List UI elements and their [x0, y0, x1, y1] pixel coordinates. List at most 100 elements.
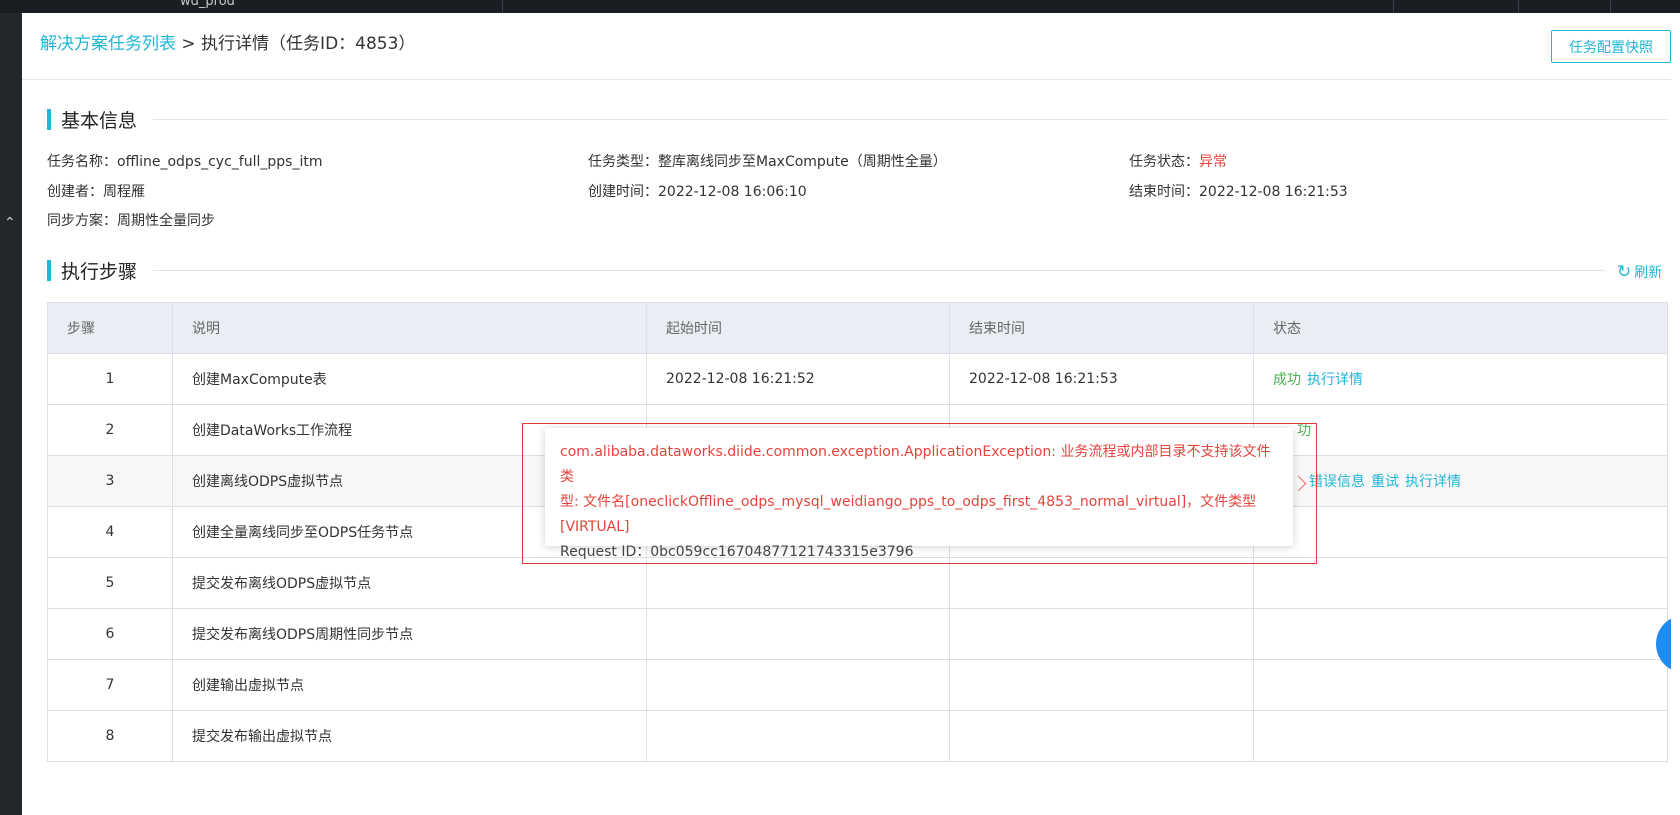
task-type-label: 任务类型： [588, 154, 658, 170]
refresh-label: 刷新 [1634, 265, 1663, 281]
step-number: 1 [47, 353, 173, 405]
chevron-up-icon[interactable]: ⌃ [4, 215, 16, 231]
step-number: 4 [47, 506, 173, 558]
column-header: 步骤 [47, 302, 173, 354]
step-desc: 提交发布离线ODPS周期性同步节点 [172, 608, 647, 660]
creator-label: 创建者： [47, 184, 103, 200]
section-divider [153, 119, 1667, 120]
section-divider [153, 270, 1605, 271]
task-status-value: 异常 [1199, 154, 1227, 170]
step-status: 成功 执行详情 [1253, 353, 1668, 405]
topbar-divider [1610, 0, 1611, 13]
task-name-value: offline_odps_cyc_full_pps_itm [117, 154, 323, 170]
task-type-value: 整库离线同步至MaxCompute（周期性全量） [658, 154, 947, 170]
step-desc: 创建输出虚拟节点 [172, 659, 647, 711]
task-config-snapshot-button[interactable]: 任务配置快照 [1551, 30, 1671, 63]
create-time-value: 2022-12-08 16:06:10 [658, 184, 807, 200]
page-title: 执行详情（任务ID：4853） [201, 34, 416, 54]
section-title-text: 基本信息 [61, 109, 138, 132]
step-number: 3 [47, 455, 173, 507]
topbar-divider [1518, 0, 1519, 13]
refresh-button[interactable]: ↻ 刷新 [1617, 262, 1662, 282]
sync-plan-value: 周期性全量同步 [117, 213, 215, 229]
table-header-row: 步骤 说明 起始时间 结束时间 状态 [47, 302, 1668, 354]
step-number: 8 [47, 710, 173, 762]
column-header: 状态 [1253, 302, 1668, 354]
step-status [1253, 557, 1668, 609]
error-message-line: com.alibaba.dataworks.diide.common.excep… [560, 444, 1271, 485]
env-tab-label[interactable]: wd_prod [180, 0, 235, 9]
breadcrumb: 解决方案任务列表 > 执行详情（任务ID：4853） [40, 29, 415, 54]
error-info-link[interactable]: 错误信息 [1309, 474, 1365, 490]
breadcrumb-separator: > [181, 34, 196, 54]
step-end-time: 2022-12-08 16:21:53 [949, 353, 1254, 405]
step-desc: 创建MaxCompute表 [172, 353, 647, 405]
end-time-value: 2022-12-08 16:21:53 [1199, 184, 1348, 200]
step-start-time [646, 659, 950, 711]
error-tooltip: com.alibaba.dataworks.diide.common.excep… [545, 428, 1293, 560]
topbar-divider [1393, 0, 1394, 13]
left-rail: ⌃ [0, 13, 22, 815]
create-time-field: 创建时间：2022-12-08 16:06:10 [588, 181, 807, 201]
retry-link[interactable]: 重试 [1371, 474, 1399, 490]
top-bar: wd_prod [0, 0, 1680, 13]
step-end-time [949, 710, 1254, 762]
end-time-field: 结束时间：2022-12-08 16:21:53 [1129, 181, 1348, 201]
topbar-divider [502, 0, 503, 13]
sync-plan-field: 同步方案：周期性全量同步 [47, 210, 215, 230]
table-row: 1 创建MaxCompute表 2022-12-08 16:21:52 2022… [47, 353, 1668, 405]
sync-plan-label: 同步方案： [47, 213, 117, 229]
section-title-text: 执行步骤 [61, 260, 138, 283]
creator-value: 周程雁 [103, 184, 145, 200]
page-header: 解决方案任务列表 > 执行详情（任务ID：4853） 任务配置快照 [22, 13, 1680, 80]
refresh-icon: ↻ [1617, 262, 1632, 282]
exec-detail-link[interactable]: 执行详情 [1307, 372, 1363, 388]
right-edge-strip [1671, 13, 1680, 815]
step-start-time [646, 608, 950, 660]
section-accent-bar [47, 259, 51, 281]
step-status [1253, 659, 1668, 711]
task-status-field: 任务状态：异常 [1129, 151, 1227, 171]
status-badge: 功 [1297, 423, 1311, 439]
task-status-label: 任务状态： [1129, 154, 1199, 170]
request-id: Request ID：0bc059cc16704877121743315e379… [560, 544, 914, 560]
breadcrumb-task-list-link[interactable]: 解决方案任务列表 [40, 34, 176, 54]
step-end-time [949, 608, 1254, 660]
column-header: 结束时间 [949, 302, 1254, 354]
column-header: 起始时间 [646, 302, 950, 354]
steps-section-title: 执行步骤 [47, 259, 138, 283]
step-desc: 提交发布输出虚拟节点 [172, 710, 647, 762]
column-header: 说明 [172, 302, 647, 354]
step-end-time [949, 557, 1254, 609]
step-status [1253, 710, 1668, 762]
error-message-line: 型: 文件名[oneclickOffline_odps_mysql_weidia… [560, 494, 1257, 510]
step-desc: 提交发布离线ODPS虚拟节点 [172, 557, 647, 609]
creator-field: 创建者：周程雁 [47, 181, 145, 201]
task-name-field: 任务名称：offline_odps_cyc_full_pps_itm [47, 151, 322, 171]
step-status [1253, 506, 1668, 558]
basic-info-section-title: 基本信息 [47, 108, 138, 132]
table-row: 7 创建输出虚拟节点 [47, 659, 1668, 711]
table-row: 5 提交发布离线ODPS虚拟节点 [47, 557, 1668, 609]
step-number: 2 [47, 404, 173, 456]
step-start-time: 2022-12-08 16:21:52 [646, 353, 950, 405]
step-end-time [949, 659, 1254, 711]
step-start-time [646, 710, 950, 762]
step-number: 7 [47, 659, 173, 711]
status-badge: 成功 [1273, 372, 1301, 388]
create-time-label: 创建时间： [588, 184, 658, 200]
task-name-label: 任务名称： [47, 154, 117, 170]
step-number: 5 [47, 557, 173, 609]
exec-detail-link[interactable]: 执行详情 [1405, 474, 1461, 490]
task-type-field: 任务类型：整库离线同步至MaxCompute（周期性全量） [588, 151, 947, 171]
section-accent-bar [47, 108, 51, 130]
step-number: 6 [47, 608, 173, 660]
end-time-label: 结束时间： [1129, 184, 1199, 200]
error-message-line: [VIRTUAL] [560, 519, 630, 535]
step-status [1253, 608, 1668, 660]
step-start-time [646, 557, 950, 609]
step-status: 功 [1253, 404, 1668, 456]
table-row: 6 提交发布离线ODPS周期性同步节点 [47, 608, 1668, 660]
step-status: 错误信息 重试 执行详情 [1253, 455, 1668, 507]
table-row: 8 提交发布输出虚拟节点 [47, 710, 1668, 762]
